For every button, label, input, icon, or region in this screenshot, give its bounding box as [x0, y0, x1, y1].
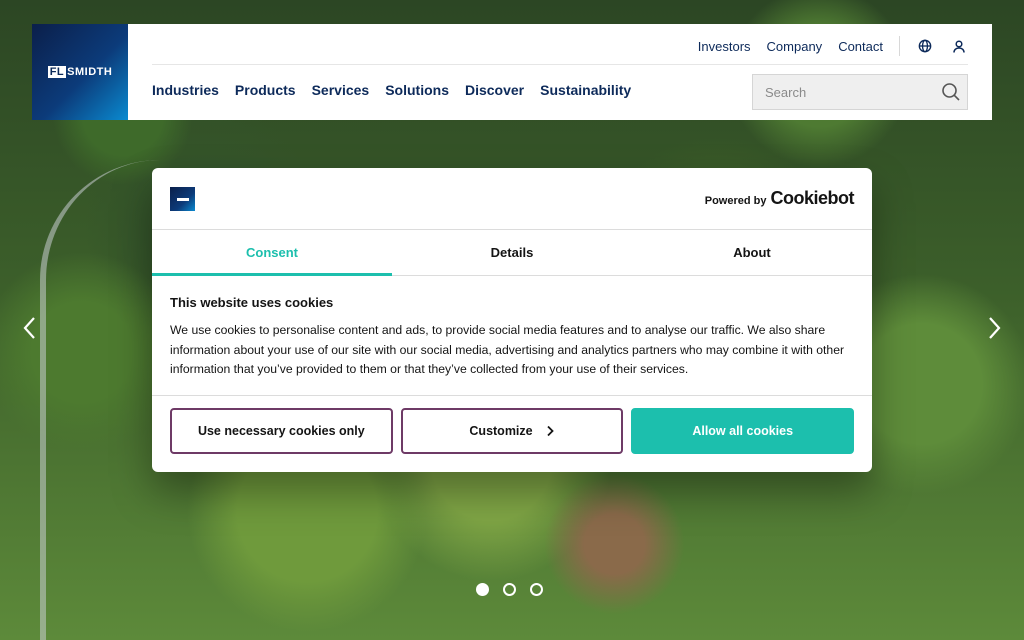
allow-all-label: Allow all cookies	[692, 424, 794, 438]
dialog-title: This website uses cookies	[170, 295, 334, 310]
dialog-text: We use cookies to personalise content an…	[170, 323, 845, 376]
site-logo[interactable]: FL SMIDTH	[32, 24, 128, 120]
site-header: Investors Company Contact Industries Pro…	[128, 24, 992, 120]
carousel-dots	[476, 583, 543, 596]
tab-about[interactable]: About	[632, 230, 872, 275]
chevron-right-icon[interactable]	[984, 314, 1004, 342]
cookiebot-logo: Cookiebot	[770, 188, 855, 208]
necessary-cookies-button[interactable]: Use necessary cookies only	[170, 408, 393, 454]
dialog-logo	[170, 187, 195, 211]
carousel-dot[interactable]	[503, 583, 516, 596]
nav-products[interactable]: Products	[235, 82, 296, 98]
chevron-right-icon	[546, 425, 554, 437]
nav-services[interactable]: Services	[312, 82, 370, 98]
header-divider	[152, 64, 968, 65]
user-icon[interactable]	[950, 37, 968, 55]
necessary-cookies-label: Use necessary cookies only	[197, 424, 365, 438]
globe-icon[interactable]	[916, 37, 934, 55]
carousel-dot[interactable]	[476, 583, 489, 596]
powered-label: Powered by	[704, 195, 767, 207]
dialog-tabs: Consent Details About	[152, 230, 872, 276]
utility-nav: Investors Company Contact	[698, 36, 968, 56]
carousel-dot[interactable]	[530, 583, 543, 596]
search-box	[752, 74, 968, 110]
allow-all-cookies-button[interactable]: Allow all cookies	[631, 408, 855, 454]
powered-by-cookiebot[interactable]: Powered by Cookiebot	[704, 188, 855, 209]
utility-divider	[899, 36, 900, 56]
customize-button[interactable]: Customize	[400, 408, 624, 454]
utility-link-contact[interactable]: Contact	[838, 39, 883, 54]
dialog-body: This website uses cookies We use cookies…	[152, 276, 872, 396]
nav-sustainability[interactable]: Sustainability	[540, 82, 631, 98]
nav-solutions[interactable]: Solutions	[385, 82, 449, 98]
nav-industries[interactable]: Industries	[152, 82, 219, 98]
utility-link-company[interactable]: Company	[767, 39, 823, 54]
dialog-buttons: Use necessary cookies only Customize All…	[152, 396, 872, 466]
search-icon[interactable]	[941, 82, 961, 102]
utility-link-investors[interactable]: Investors	[698, 39, 751, 54]
customize-label: Customize	[469, 424, 533, 438]
logo-text: FL SMIDTH	[47, 66, 113, 78]
dialog-header: Powered by Cookiebot	[152, 168, 872, 230]
tab-consent[interactable]: Consent	[152, 230, 392, 276]
nav-discover[interactable]: Discover	[465, 82, 524, 98]
tab-details[interactable]: Details	[392, 230, 632, 275]
search-input[interactable]	[765, 84, 941, 100]
chevron-left-icon[interactable]	[20, 314, 40, 342]
main-nav: Industries Products Services Solutions D…	[152, 82, 631, 98]
cookie-dialog: Powered by Cookiebot Consent Details Abo…	[152, 168, 872, 472]
